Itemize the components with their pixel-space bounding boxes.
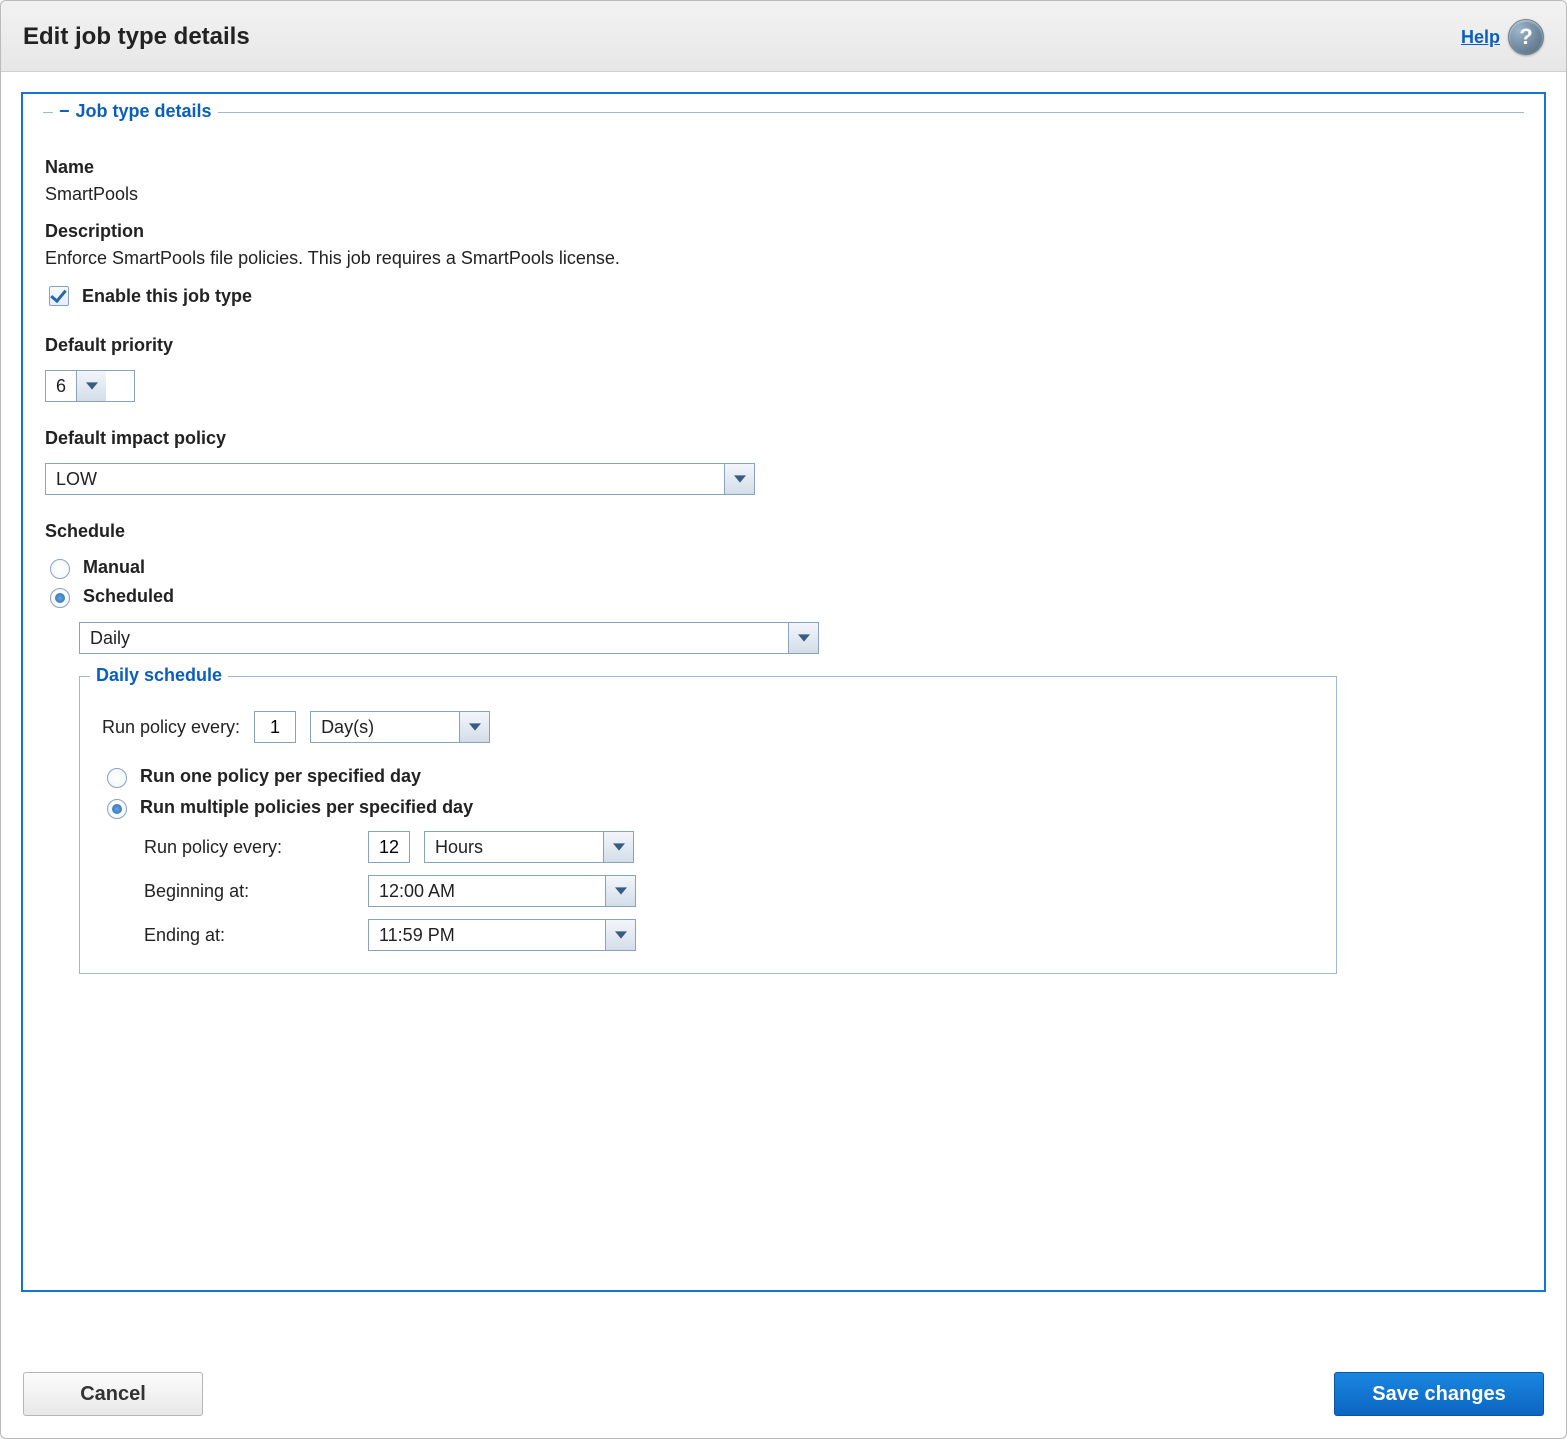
multi-every-n-input[interactable] bbox=[368, 831, 410, 863]
daily-legend-text: Daily schedule bbox=[96, 665, 222, 685]
schedule-manual-radio[interactable] bbox=[50, 559, 70, 579]
run-every-unit-value: Day(s) bbox=[311, 712, 459, 742]
end-time-select[interactable]: 11:59 PM bbox=[368, 919, 636, 951]
enable-checkbox[interactable] bbox=[49, 286, 69, 306]
run-one-label: Run one policy per specified day bbox=[140, 766, 421, 787]
content-area: −Job type details Name SmartPools Descri… bbox=[1, 72, 1566, 1354]
run-every-label: Run policy every: bbox=[102, 717, 240, 738]
chevron-down-icon bbox=[605, 920, 635, 950]
schedule-manual-label: Manual bbox=[83, 557, 145, 578]
daily-legend: −Daily schedule bbox=[90, 665, 228, 686]
impact-label: Default impact policy bbox=[45, 428, 1522, 449]
daily-schedule-group: −Daily schedule Run policy every: Day(s) bbox=[79, 676, 1337, 974]
run-multiple-label: Run multiple policies per specified day bbox=[140, 797, 473, 818]
group-legend-text: Job type details bbox=[76, 101, 212, 121]
description-label: Description bbox=[45, 221, 1522, 242]
multi-every-n-value[interactable] bbox=[369, 832, 409, 862]
chevron-down-icon bbox=[459, 712, 489, 742]
priority-label: Default priority bbox=[45, 335, 1522, 356]
save-button[interactable]: Save changes bbox=[1334, 1372, 1544, 1416]
multi-every-label: Run policy every: bbox=[144, 837, 354, 858]
name-value: SmartPools bbox=[45, 184, 1522, 205]
job-type-details-group: −Job type details Name SmartPools Descri… bbox=[43, 112, 1524, 996]
enable-label: Enable this job type bbox=[82, 286, 252, 307]
chevron-down-icon bbox=[605, 876, 635, 906]
titlebar: Edit job type details Help ? bbox=[1, 1, 1566, 72]
main-panel: −Job type details Name SmartPools Descri… bbox=[21, 92, 1546, 1292]
help-link[interactable]: Help bbox=[1461, 27, 1500, 48]
priority-value: 6 bbox=[46, 371, 76, 401]
chevron-down-icon bbox=[603, 832, 633, 862]
schedule-scheduled-label: Scheduled bbox=[83, 586, 174, 607]
multi-every-unit-select[interactable]: Hours bbox=[424, 831, 634, 863]
schedule-frequency-value: Daily bbox=[80, 623, 788, 653]
multi-every-unit-value: Hours bbox=[425, 832, 603, 862]
group-legend: −Job type details bbox=[53, 101, 218, 122]
chevron-down-icon bbox=[788, 623, 818, 653]
run-one-radio[interactable] bbox=[107, 768, 127, 788]
help-area: Help ? bbox=[1461, 19, 1544, 55]
end-time-value: 11:59 PM bbox=[369, 920, 605, 950]
cancel-button[interactable]: Cancel bbox=[23, 1372, 203, 1416]
chevron-down-icon bbox=[76, 371, 106, 401]
run-every-unit-select[interactable]: Day(s) bbox=[310, 711, 490, 743]
footer: Cancel Save changes bbox=[1, 1354, 1566, 1438]
collapse-icon[interactable]: − bbox=[59, 101, 70, 122]
begin-time-select[interactable]: 12:00 AM bbox=[368, 875, 636, 907]
begin-label: Beginning at: bbox=[144, 881, 354, 902]
dialog-window: Edit job type details Help ? −Job type d… bbox=[0, 0, 1567, 1439]
help-icon[interactable]: ? bbox=[1508, 19, 1544, 55]
impact-select[interactable]: LOW bbox=[45, 463, 755, 495]
chevron-down-icon bbox=[724, 464, 754, 494]
begin-time-value: 12:00 AM bbox=[369, 876, 605, 906]
schedule-label: Schedule bbox=[45, 521, 1522, 542]
priority-select[interactable]: 6 bbox=[45, 370, 135, 402]
run-every-n-value[interactable] bbox=[255, 712, 295, 742]
end-label: Ending at: bbox=[144, 925, 354, 946]
schedule-scheduled-radio[interactable] bbox=[50, 588, 70, 608]
schedule-frequency-select[interactable]: Daily bbox=[79, 622, 819, 654]
name-label: Name bbox=[45, 157, 1522, 178]
dialog-title: Edit job type details bbox=[23, 23, 250, 51]
run-every-n-input[interactable] bbox=[254, 711, 296, 743]
run-multiple-radio[interactable] bbox=[107, 799, 127, 819]
description-value: Enforce SmartPools file policies. This j… bbox=[45, 248, 1522, 269]
impact-value: LOW bbox=[46, 464, 724, 494]
